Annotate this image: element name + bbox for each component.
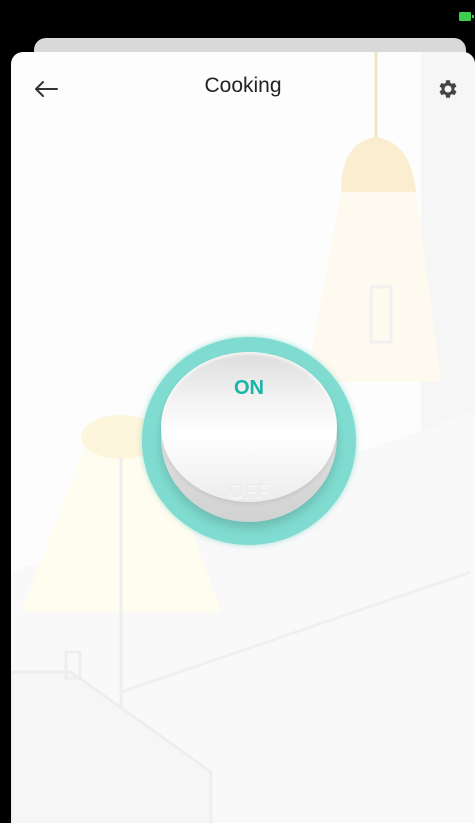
battery-icon (459, 12, 474, 21)
power-toggle-button[interactable] (161, 352, 337, 502)
phone-screen: Cooking ON OFF (0, 0, 475, 823)
header-bar: Cooking (11, 52, 475, 122)
ceiling-lamp-shade (341, 137, 416, 192)
off-label: OFF (229, 481, 269, 503)
gear-icon (439, 80, 457, 98)
status-bar (0, 0, 475, 40)
on-label: ON (234, 377, 264, 399)
settings-button[interactable] (431, 72, 465, 106)
device-card: Cooking ON OFF (11, 52, 475, 823)
page-title: Cooking (204, 74, 282, 97)
